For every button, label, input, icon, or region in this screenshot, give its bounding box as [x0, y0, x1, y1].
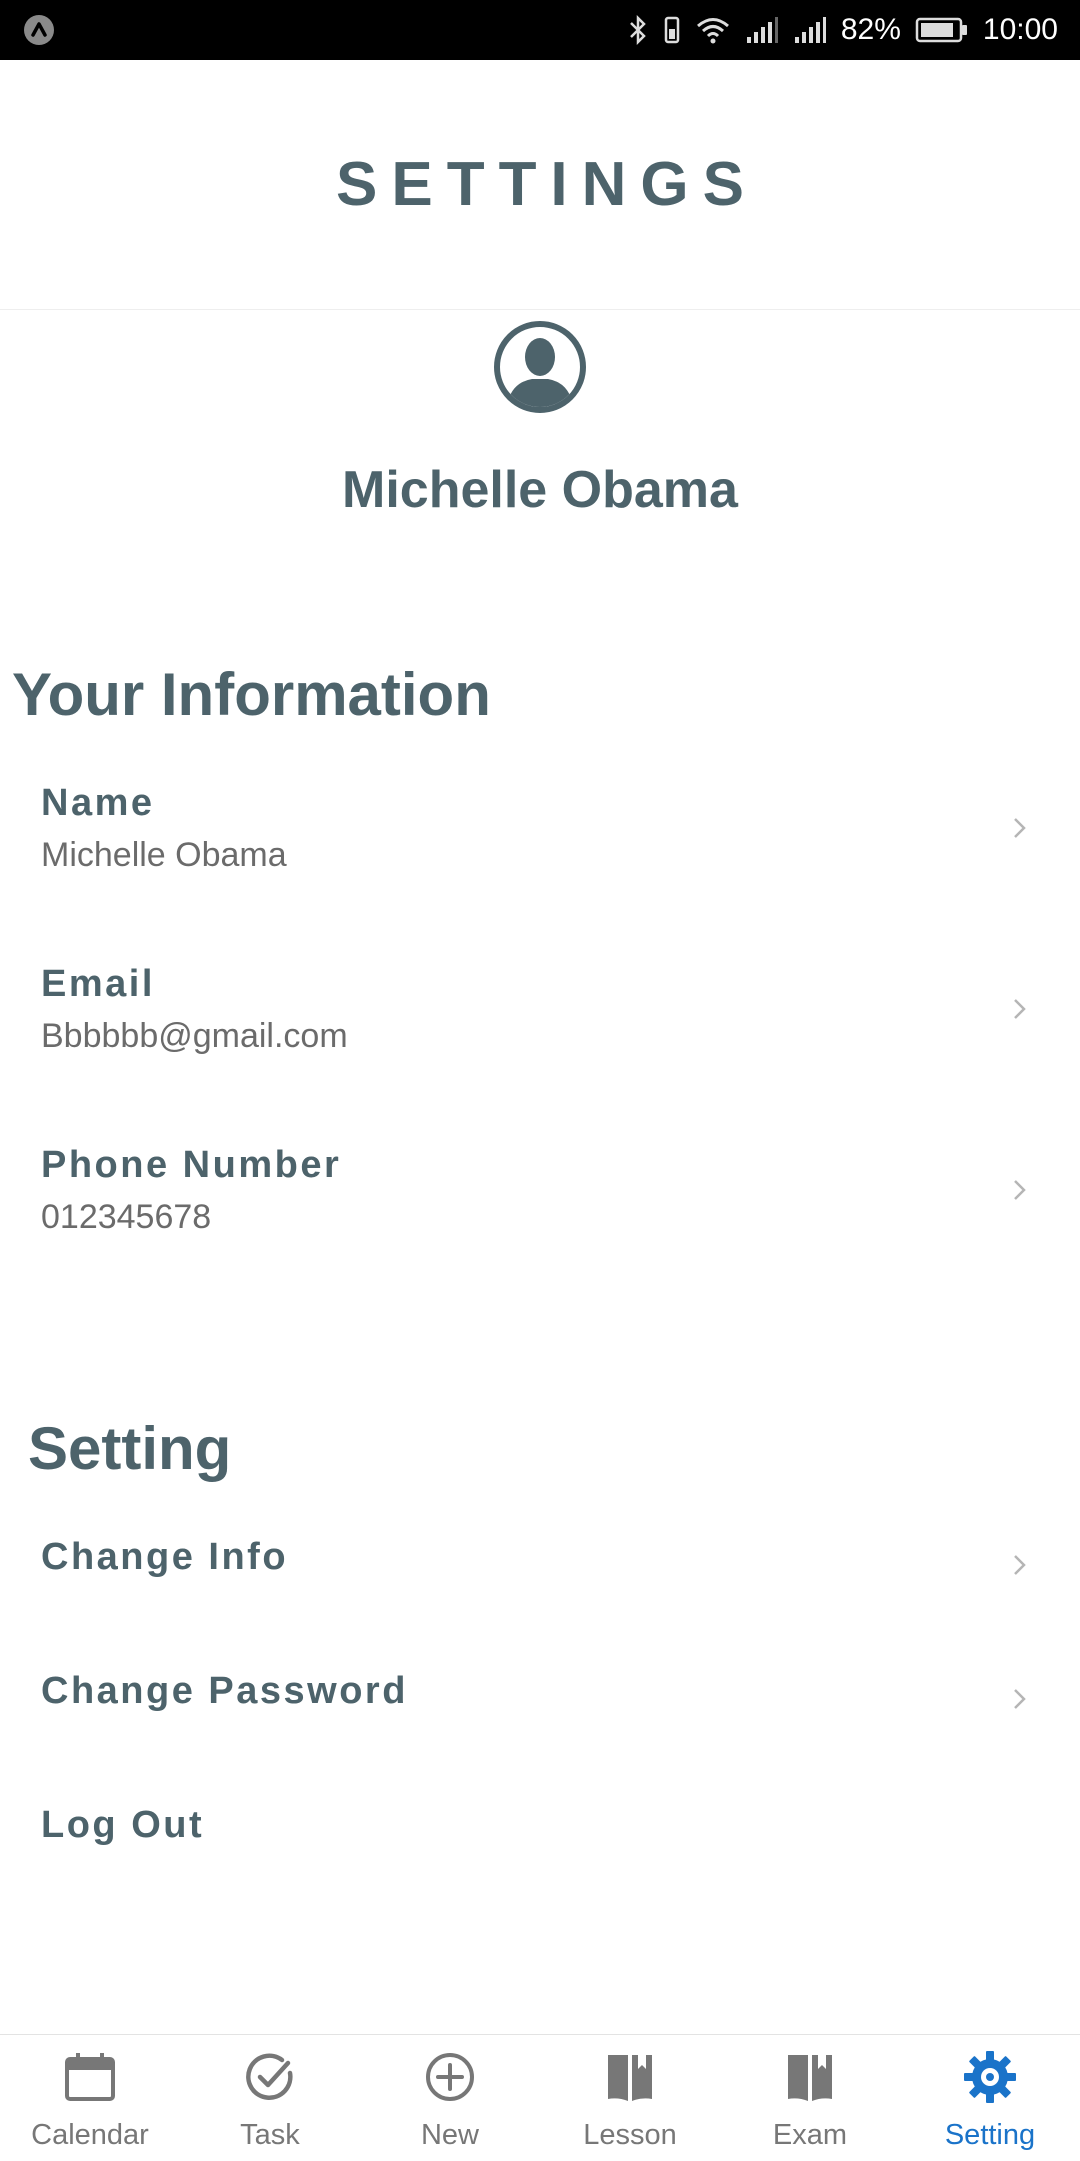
check-circle-icon — [246, 2053, 293, 2100]
clock: 10:00 — [982, 13, 1058, 46]
chevron-right-icon — [1014, 1180, 1026, 1200]
setting-label-change-password: Change Password — [41, 1670, 408, 1712]
nav-label-calendar: Calendar — [31, 2119, 149, 2151]
nav-item-task[interactable]: Task — [180, 2035, 360, 2161]
header: SETTINGS — [0, 60, 1080, 310]
status-icons: 82% 10:00 — [627, 13, 1058, 47]
info-value-email: Bbbbbb@gmail.com — [41, 1017, 348, 1055]
status-left — [22, 13, 56, 47]
info-value-name: Michelle Obama — [41, 836, 287, 874]
battery-percent: 82% — [840, 13, 901, 46]
setting-row-log-out[interactable]: Log Out — [0, 1800, 1080, 1870]
section-title-your-information: Your Information — [12, 661, 491, 728]
user-avatar-icon — [494, 321, 586, 413]
chevron-right-icon — [1014, 818, 1026, 838]
nav-label-exam: Exam — [772, 2119, 848, 2151]
page-title: SETTINGS — [335, 150, 759, 219]
info-row-name[interactable]: Name Michelle Obama — [0, 780, 1080, 880]
setting-label-change-info: Change Info — [41, 1536, 289, 1578]
info-label-phone: Phone Number — [41, 1144, 342, 1186]
plus-circle-icon — [426, 2053, 474, 2101]
nav-item-new[interactable]: New — [360, 2035, 540, 2161]
signal-icon — [794, 17, 826, 43]
setting-row-change-password[interactable]: Change Password — [0, 1666, 1080, 1736]
bluetooth-icon — [629, 15, 646, 45]
info-value-phone: 012345678 — [41, 1198, 212, 1236]
chevron-right-icon — [1014, 1689, 1026, 1709]
nav-label-task: Task — [240, 2119, 300, 2151]
nav-item-exam[interactable]: Exam — [720, 2035, 900, 2161]
nav-item-setting[interactable]: Setting — [900, 2035, 1080, 2161]
nav-item-calendar[interactable]: Calendar — [0, 2035, 180, 2161]
gear-icon — [964, 2051, 1016, 2103]
info-label-name: Name — [41, 782, 155, 824]
nav-label-lesson: Lesson — [583, 2119, 677, 2151]
profile-name: Michelle Obama — [342, 461, 738, 519]
setting-row-change-info[interactable]: Change Info — [0, 1532, 1080, 1602]
calendar-icon — [65, 2053, 115, 2101]
book-icon — [788, 2055, 832, 2101]
nav-label-setting: Setting — [944, 2119, 1036, 2151]
vibrate-icon — [664, 16, 680, 44]
nav-label-new: New — [420, 2119, 479, 2151]
nav-item-lesson[interactable]: Lesson — [540, 2035, 720, 2161]
wifi-icon — [696, 18, 729, 44]
setting-label-log-out: Log Out — [41, 1804, 205, 1846]
signal-icon — [746, 17, 778, 43]
battery-icon — [915, 17, 967, 43]
info-label-email: Email — [41, 963, 155, 1005]
info-row-phone[interactable]: Phone Number 012345678 — [0, 1142, 1080, 1242]
chevron-right-icon — [1014, 1555, 1026, 1575]
section-title-setting: Setting — [28, 1415, 232, 1482]
chevron-right-icon — [1014, 999, 1026, 1019]
info-row-email[interactable]: Email Bbbbbb@gmail.com — [0, 961, 1080, 1061]
notification-icon — [24, 15, 54, 45]
bottom-nav: Calendar Task New Lesson Exam Setting — [0, 2034, 1080, 2160]
book-icon — [608, 2055, 652, 2101]
status-bar: 82% 10:00 — [0, 0, 1080, 60]
